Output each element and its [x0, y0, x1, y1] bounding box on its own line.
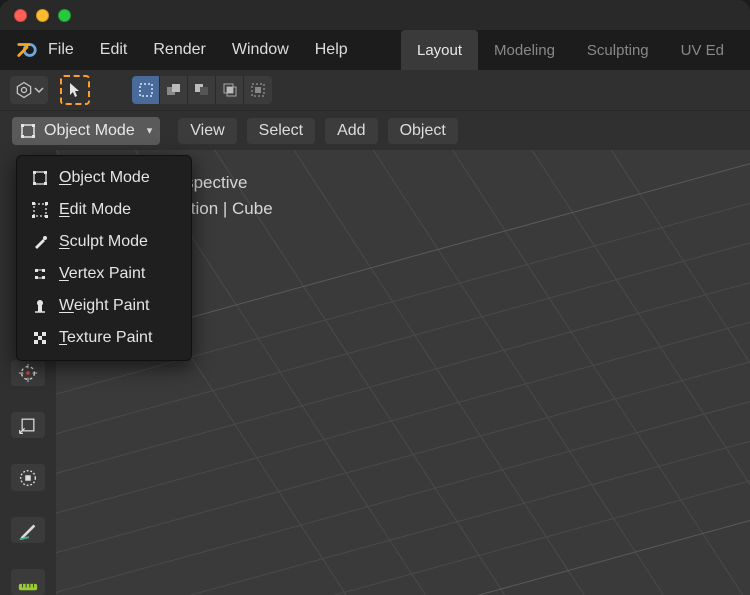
mode-dropdown[interactable]: Object Mode ▾ — [12, 117, 160, 145]
mode-menu-edit[interactable]: Edit Mode — [17, 194, 191, 226]
select-box-tool[interactable] — [60, 75, 90, 105]
minimize-window-button[interactable] — [36, 9, 49, 22]
app-window: File Edit Render Window Help Layout Mode… — [0, 0, 750, 595]
mode-menu-label: Object Mode — [59, 169, 150, 187]
tab-uv[interactable]: UV Ed — [665, 30, 740, 70]
select-new-icon[interactable] — [132, 76, 160, 104]
tab-modeling[interactable]: Modeling — [478, 30, 571, 70]
blender-logo-icon[interactable] — [16, 39, 38, 61]
tool-rotate[interactable] — [11, 464, 45, 490]
edit-mode-icon — [31, 201, 49, 219]
maximize-window-button[interactable] — [58, 9, 71, 22]
chevron-down-icon: ▾ — [147, 124, 153, 137]
menu-view[interactable]: View — [178, 118, 236, 144]
tab-sculpting[interactable]: Sculpting — [571, 30, 665, 70]
tool-annotate[interactable] — [11, 517, 45, 543]
mode-menu-vertex-paint[interactable]: Vertex Paint — [17, 258, 191, 290]
weight-paint-icon — [31, 297, 49, 315]
mode-header-row: Object Mode ▾ View Select Add Object — [0, 110, 750, 150]
mode-menu-label: Edit Mode — [59, 201, 131, 219]
tool-measure[interactable] — [11, 569, 45, 595]
workspace-tabs: Layout Modeling Sculpting UV Ed — [401, 30, 740, 70]
mode-menu-object[interactable]: Object Mode — [17, 162, 191, 194]
menu-help[interactable]: Help — [315, 41, 348, 59]
tool-move[interactable] — [11, 412, 45, 438]
vertex-paint-icon — [31, 265, 49, 283]
menu-window[interactable]: Window — [232, 41, 289, 59]
menu-file[interactable]: File — [48, 41, 74, 59]
mode-menu-label: Texture Paint — [59, 329, 152, 347]
main-menu-bar: File Edit Render Window Help Layout Mode… — [0, 30, 750, 70]
header-toolbar — [0, 70, 750, 110]
texture-paint-icon — [31, 329, 49, 347]
menu-edit[interactable]: Edit — [100, 41, 128, 59]
select-intersect-icon[interactable] — [216, 76, 244, 104]
mode-menu-popup: Object Mode Edit Mode Sculpt Mode Vertex… — [16, 155, 192, 361]
close-window-button[interactable] — [14, 9, 27, 22]
menu-add[interactable]: Add — [325, 118, 377, 144]
mode-menu-texture-paint[interactable]: Texture Paint — [17, 322, 191, 354]
select-invert-icon[interactable] — [244, 76, 272, 104]
select-extend-icon[interactable] — [160, 76, 188, 104]
menu-select[interactable]: Select — [247, 118, 315, 144]
object-mode-icon — [31, 169, 49, 187]
mode-menu-sculpt[interactable]: Sculpt Mode — [17, 226, 191, 258]
menu-render[interactable]: Render — [153, 41, 205, 59]
mode-menu-label: Vertex Paint — [59, 265, 145, 283]
object-mode-icon — [20, 123, 36, 139]
select-mode-group — [132, 76, 272, 104]
menu-object[interactable]: Object — [388, 118, 458, 144]
select-subtract-icon[interactable] — [188, 76, 216, 104]
mode-menu-weight-paint[interactable]: Weight Paint — [17, 290, 191, 322]
mode-menu-label: Sculpt Mode — [59, 233, 148, 251]
sculpt-mode-icon — [31, 233, 49, 251]
mode-menu-label: Weight Paint — [59, 297, 149, 315]
titlebar — [0, 0, 750, 30]
tool-cursor[interactable] — [11, 360, 45, 386]
mode-dropdown-label: Object Mode — [44, 122, 135, 140]
tab-layout[interactable]: Layout — [401, 30, 478, 70]
editor-type-selector[interactable] — [10, 76, 48, 104]
